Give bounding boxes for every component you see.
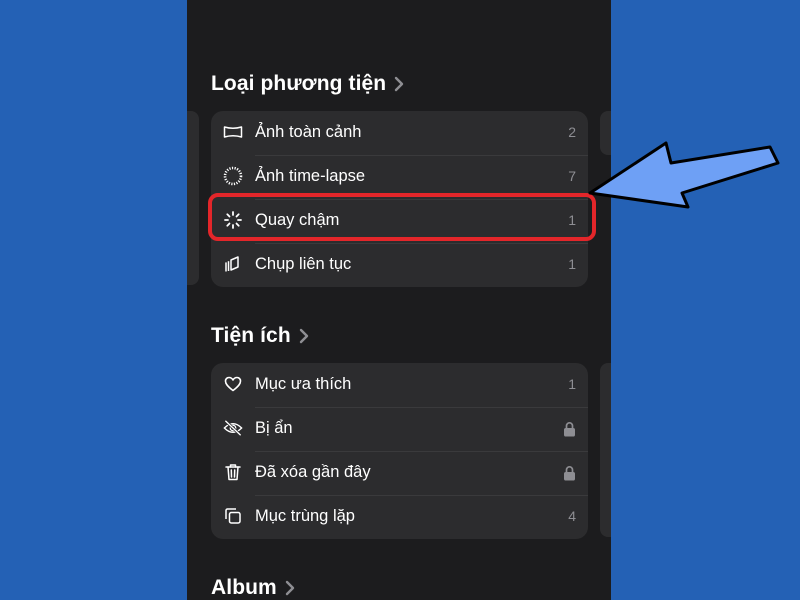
chevron-right-icon — [299, 328, 309, 344]
item-label: Đã xóa gần đây — [255, 463, 371, 481]
carousel-prev-card[interactable] — [187, 111, 199, 285]
list-item-duplicates[interactable]: Mục trùng lặp 4 — [211, 495, 588, 539]
item-count: 1 — [568, 376, 576, 392]
section-header-album[interactable]: Album — [211, 576, 295, 600]
item-count: 4 — [568, 508, 576, 524]
section-title-utilities: Tiện ích — [211, 324, 291, 347]
section-header-utilities[interactable]: Tiện ích — [211, 324, 309, 348]
burst-icon — [223, 254, 243, 274]
carousel-next-card[interactable] — [600, 363, 611, 537]
list-item-recently-deleted[interactable]: Đã xóa gần đây — [211, 451, 588, 495]
lock-icon — [563, 465, 576, 481]
item-count: 7 — [568, 168, 576, 184]
heart-icon — [223, 374, 243, 394]
section-header-media-types[interactable]: Loại phương tiện — [211, 72, 404, 96]
chevron-right-icon — [394, 76, 404, 92]
trash-icon — [223, 462, 243, 482]
highlight-box — [208, 193, 596, 241]
item-label: Bị ẩn — [255, 419, 293, 437]
item-label: Ảnh toàn cảnh — [255, 123, 362, 141]
lock-icon — [563, 421, 576, 437]
list-item-favorites[interactable]: Mục ưa thích 1 — [211, 363, 588, 407]
item-label: Mục trùng lặp — [255, 507, 355, 525]
section-title-media-types: Loại phương tiện — [211, 72, 387, 95]
list-item-panorama[interactable]: Ảnh toàn cảnh 2 — [211, 111, 588, 155]
list-item-hidden[interactable]: Bị ẩn — [211, 407, 588, 451]
list-item-burst[interactable]: Chụp liên tục 1 — [211, 243, 588, 287]
duplicate-icon — [223, 506, 243, 526]
timelapse-icon — [223, 166, 243, 186]
section-title-album: Album — [211, 576, 277, 599]
item-count: 2 — [568, 124, 576, 140]
pointer-arrow-icon — [588, 141, 780, 209]
item-label: Ảnh time-lapse — [255, 167, 366, 185]
chevron-right-icon — [285, 580, 295, 596]
item-count: 1 — [568, 256, 576, 272]
eye-slash-icon — [223, 418, 243, 438]
item-label: Mục ưa thích — [255, 375, 352, 393]
utilities-list: Mục ưa thích 1 Bị ẩn Đã xóa gần đây Mục … — [211, 363, 588, 539]
panorama-icon — [223, 122, 243, 142]
photos-app-screen: Loại phương tiện Ảnh toàn cảnh 2 Ảnh tim… — [187, 0, 611, 600]
item-label: Chụp liên tục — [255, 255, 352, 273]
